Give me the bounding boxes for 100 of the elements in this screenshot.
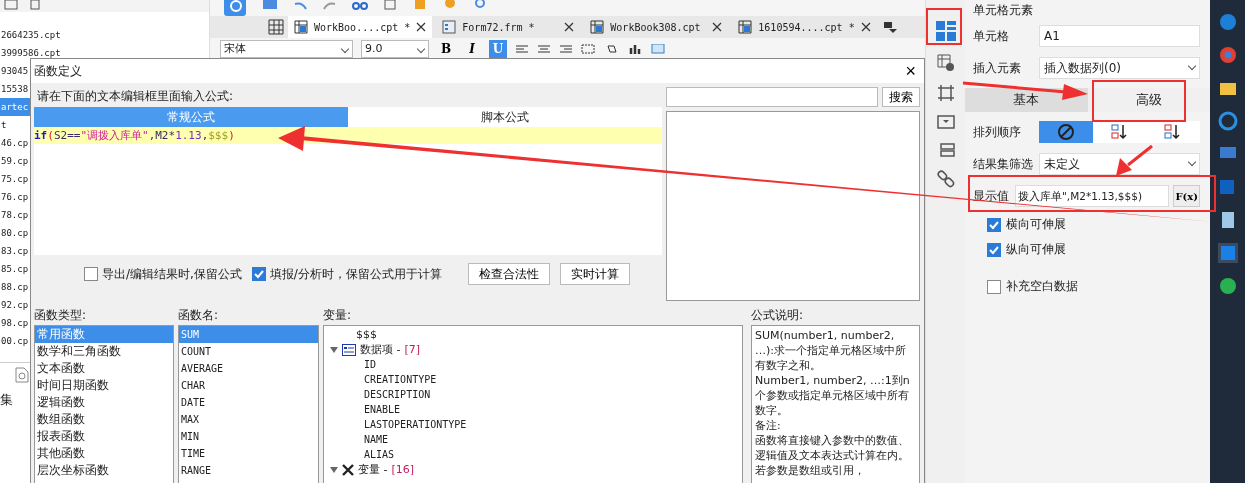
expand-arrow-icon[interactable] bbox=[330, 346, 338, 353]
undo-icon[interactable] bbox=[292, 0, 308, 10]
sort-ascending-icon bbox=[1110, 124, 1129, 140]
list-item[interactable]: RANGE bbox=[179, 462, 318, 479]
redo-icon[interactable] bbox=[322, 0, 338, 10]
cell-info-icon[interactable] bbox=[936, 54, 955, 72]
formula-tab[interactable]: 脚本公式 bbox=[348, 107, 662, 127]
list-item[interactable]: 逻辑函数 bbox=[35, 394, 173, 411]
editor-tab[interactable]: WorkBook308.cpt bbox=[584, 16, 729, 38]
cross-icon bbox=[342, 463, 354, 476]
cell-field[interactable]: A1 bbox=[1039, 25, 1200, 47]
dataset-icon bbox=[342, 343, 356, 356]
close-icon[interactable] bbox=[416, 22, 427, 32]
align-icon[interactable] bbox=[515, 44, 529, 54]
list-item[interactable]: 层次坐标函数 bbox=[35, 462, 173, 479]
list-item[interactable]: 数学和三角函数 bbox=[35, 343, 173, 360]
list-item[interactable]: TIME bbox=[179, 445, 318, 462]
tab-menu-icon[interactable] bbox=[882, 20, 897, 34]
tree-item[interactable]: CREATIONTYPE bbox=[364, 374, 437, 385]
tree-item[interactable]: 数据项 - bbox=[360, 342, 401, 357]
search-button[interactable]: 搜索 bbox=[882, 87, 920, 107]
format-button[interactable]: B bbox=[437, 40, 455, 58]
size-dropdown[interactable]: 9.0 bbox=[361, 40, 429, 58]
sort-descending-icon bbox=[1164, 124, 1183, 140]
editor-tab[interactable]: 1610594....cpt * bbox=[732, 16, 877, 38]
list-item[interactable]: MIN bbox=[179, 428, 318, 445]
sort-option[interactable] bbox=[1039, 121, 1093, 143]
tree-item[interactable]: ALIAS bbox=[364, 449, 395, 460]
search-field[interactable] bbox=[666, 87, 878, 107]
description-text: Number1, number2, …:1到n个参数或指定单元格区域中所有数字。 bbox=[755, 373, 911, 418]
action-button[interactable]: 实时计算 bbox=[559, 263, 630, 285]
editor-tab[interactable]: Form72.frm * bbox=[436, 16, 581, 38]
panel-label: 集 bbox=[0, 391, 14, 409]
new-sheet-icon[interactable] bbox=[268, 19, 284, 35]
font-dropdown[interactable]: 宋体 bbox=[220, 40, 353, 58]
no-sort-icon bbox=[1056, 123, 1075, 141]
grid-icon[interactable] bbox=[934, 20, 957, 42]
field-label: 排列顺序 bbox=[973, 123, 1022, 141]
editor-tab[interactable]: WorkBoo....cpt * bbox=[288, 16, 433, 38]
list-item[interactable]: 报表函数 bbox=[35, 428, 173, 445]
list-item[interactable]: 文本函数 bbox=[35, 360, 173, 377]
align-icon[interactable] bbox=[537, 44, 551, 54]
tree-item[interactable]: NAME bbox=[364, 434, 389, 445]
list-item[interactable]: CHAR bbox=[179, 377, 318, 394]
sheet-icon bbox=[590, 20, 605, 34]
checkbox[interactable] bbox=[84, 267, 98, 281]
formula-editor[interactable]: if(S2=="调拨入库单",M2*1.13,$$$) bbox=[34, 127, 662, 255]
sheet-icon bbox=[294, 20, 308, 34]
checkbox[interactable] bbox=[251, 267, 266, 281]
app-icon[interactable] bbox=[1217, 243, 1238, 263]
display-value-field[interactable]: 拨入库单",M2*1.13,$$$) bbox=[1015, 185, 1170, 207]
close-icon[interactable] bbox=[564, 22, 575, 32]
tree-item[interactable]: DESCRIPTION bbox=[364, 389, 431, 400]
description-text: 备注: bbox=[755, 418, 782, 433]
preview-icon[interactable] bbox=[15, 367, 29, 383]
item-count: [16] bbox=[391, 463, 415, 476]
filter-dropdown[interactable]: 未定义 bbox=[1039, 153, 1200, 175]
border-icon[interactable] bbox=[581, 44, 597, 54]
list-item[interactable]: 其他函数 bbox=[35, 445, 173, 462]
tree-item[interactable]: ENABLE bbox=[364, 404, 401, 415]
sheet-icon bbox=[738, 20, 753, 34]
checkbox-label: 补充空白数据 bbox=[1006, 278, 1078, 295]
formula-button[interactable]: F(x) bbox=[1173, 185, 1200, 207]
close-icon[interactable] bbox=[712, 22, 723, 32]
align-icon[interactable] bbox=[559, 44, 573, 54]
tree-item[interactable]: ID bbox=[364, 359, 377, 370]
action-button[interactable]: 检查合法性 bbox=[467, 263, 550, 285]
file-item[interactable]: 2664235.cpt bbox=[0, 26, 209, 44]
form-icon bbox=[442, 20, 457, 34]
tree-item[interactable]: 变量 - bbox=[358, 462, 388, 477]
file-item[interactable]: 3999586.cpt bbox=[0, 44, 209, 62]
widget-icon[interactable] bbox=[936, 114, 955, 130]
list-item[interactable]: COUNT bbox=[179, 343, 318, 360]
checkbox[interactable] bbox=[987, 242, 1001, 257]
column-heading: 公式说明: bbox=[751, 307, 805, 324]
border-icon[interactable] bbox=[936, 84, 955, 102]
list-item[interactable]: AVERAGE bbox=[179, 360, 318, 377]
list-item[interactable]: MAX bbox=[179, 411, 318, 428]
chart-icon[interactable] bbox=[629, 44, 643, 54]
image-icon[interactable] bbox=[651, 44, 665, 54]
field-label: 插入元素 bbox=[973, 59, 1022, 77]
close-icon[interactable] bbox=[860, 22, 871, 32]
column-heading: 函数名: bbox=[178, 307, 220, 324]
checkbox[interactable] bbox=[987, 279, 1001, 294]
list-item[interactable]: 时间日期函数 bbox=[35, 377, 173, 394]
list-item[interactable]: DATE bbox=[179, 394, 318, 411]
expand-arrow-icon[interactable] bbox=[330, 466, 338, 473]
column-heading: 变量: bbox=[323, 307, 353, 324]
tree-item[interactable]: LASTOPERATIONTYPE bbox=[364, 419, 467, 430]
format-button[interactable]: I bbox=[463, 40, 481, 58]
tree-item[interactable]: $$$ bbox=[356, 328, 377, 341]
close-button[interactable]: × bbox=[897, 60, 924, 82]
link-icon[interactable] bbox=[936, 170, 955, 188]
checkbox-label: 填报/分析时，保留公式用于计算 bbox=[269, 265, 442, 283]
checkbox[interactable] bbox=[987, 217, 1001, 232]
highlight-frame bbox=[926, 8, 962, 45]
panel-title: 单元格元素 bbox=[973, 2, 1034, 16]
insert-dropdown[interactable]: 插入数据列(0) bbox=[1039, 57, 1200, 79]
checkbox-label: 导出/编辑结果时,保留公式 bbox=[102, 265, 242, 283]
list-item[interactable]: 数组函数 bbox=[35, 411, 173, 428]
